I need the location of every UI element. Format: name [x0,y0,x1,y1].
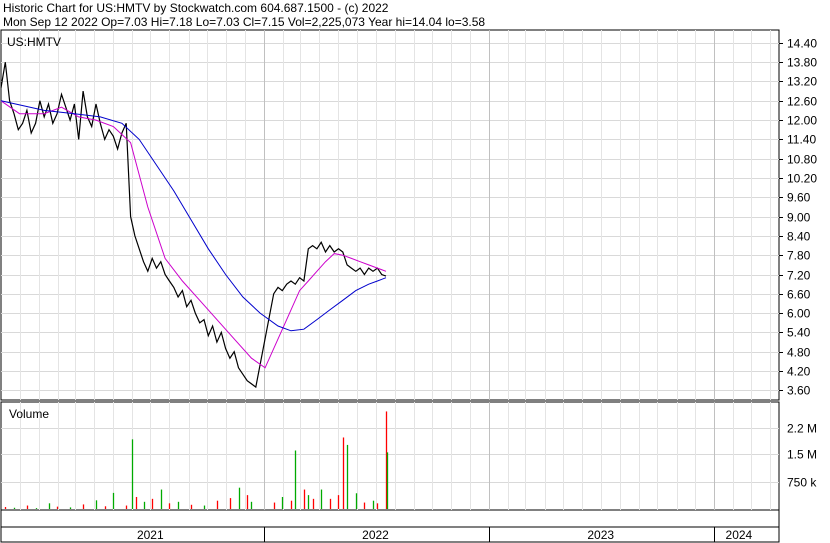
price-tick-label: 9.60 [787,191,811,205]
year-label: 2021 [137,528,164,542]
volume-tick-label: 2.2 M [787,422,817,436]
price-tick-label: 12.60 [787,95,817,109]
volume-label: Volume [9,407,49,421]
price-tick-label: 7.80 [787,249,811,263]
year-label: 2023 [587,528,614,542]
price-tick-label: 14.40 [787,37,817,51]
historic-chart: 14.40 13.80 13.20 12.60 12.00 11.40 10.80 10.20… [0,29,817,543]
price-tick-label: 10.20 [787,172,817,186]
volume-panel [0,401,780,511]
price-tick-label: 8.40 [787,230,811,244]
price-tick-label: 7.20 [787,269,811,283]
price-tick-label: 4.80 [787,346,811,360]
price-tick-label: 5.40 [787,326,811,340]
price-tick-label: 12.00 [787,114,817,128]
price-tick-label: 13.20 [787,75,817,89]
volume-tick-label: 750 k [787,476,817,490]
price-tick-label: 9.00 [787,211,811,225]
year-label: 2024 [726,528,753,542]
volume-tick-label: 1.5 M [787,448,817,462]
price-tick-label: 6.00 [787,307,811,321]
year-label: 2022 [362,528,389,542]
price-tick-label: 10.80 [787,153,817,167]
price-panel [0,29,780,401]
symbol-label: US:HMTV [7,35,61,49]
price-tick-label: 6.60 [787,288,811,302]
price-tick-label: 3.60 [787,384,811,398]
price-tick-label: 11.40 [787,133,816,147]
price-tick-label: 13.80 [787,56,817,70]
price-tick-label: 4.20 [787,365,811,379]
date-axis-panel [0,509,780,543]
